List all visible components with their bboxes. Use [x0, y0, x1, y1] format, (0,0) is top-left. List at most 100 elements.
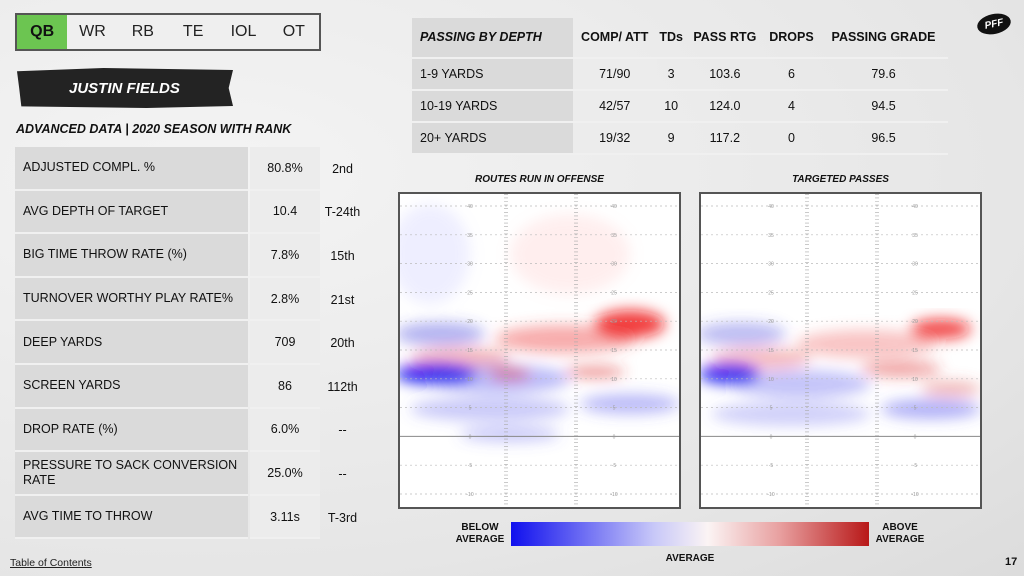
stat-value: 86	[250, 364, 320, 409]
yard-label: 25	[467, 290, 473, 296]
yard-label: 40	[768, 204, 774, 210]
yard-label: 40	[611, 204, 617, 210]
stat-label: AVG TIME TO THROW	[15, 495, 248, 540]
stat-label: PRESSURE TO SACK CONVERSION RATE	[15, 452, 248, 496]
stat-rank: 2nd	[332, 161, 353, 176]
advanced-row: PRESSURE TO SACK CONVERSION RATE 25.0% --	[15, 452, 365, 496]
stat-label: DROP RATE (%)	[15, 408, 248, 453]
yard-label: -10	[610, 492, 617, 498]
heat-blob	[701, 322, 786, 346]
heat-blob	[911, 319, 971, 339]
yard-label: -10	[911, 492, 918, 498]
yard-label: -5	[769, 463, 774, 469]
table-cell: 1-9 YARDS	[412, 58, 573, 91]
yard-label: 5	[770, 406, 773, 412]
yard-label: 0	[613, 434, 616, 440]
heatmap-title-targets: TARGETED PASSES	[792, 174, 889, 185]
table-cell: 4	[763, 90, 820, 123]
stat-rank: --	[338, 466, 347, 481]
heat-blob	[490, 368, 530, 380]
column-header: DROPS	[763, 18, 820, 59]
column-header: COMP/ ATT	[572, 18, 657, 59]
heatmap-targets: 40 40 35 35 30 30 25 25 20 20 15 15 10 10 5 5 0 0 -5 -5 -10 -…	[699, 192, 982, 509]
table-cell: 9	[656, 122, 686, 155]
yard-label: 20	[912, 319, 918, 325]
yard-label: 30	[611, 262, 617, 268]
yard-label: 15	[912, 348, 918, 354]
advanced-row: DROP RATE (%) 6.0% --	[15, 408, 365, 453]
table-cell: 124.0	[685, 90, 764, 123]
section-subtitle: ADVANCED DATA | 2020 SEASON WITH RANK	[16, 122, 292, 136]
legend-average: AVERAGE	[665, 553, 715, 564]
table-row: 1-9 YARDS 71/90 3 103.6 6 79.6	[412, 58, 948, 91]
table-cell: 94.5	[819, 90, 948, 123]
stat-label: DEEP YARDS	[15, 321, 248, 365]
yard-label: 40	[912, 204, 918, 210]
tab-wr[interactable]: WR	[67, 15, 117, 49]
heatmap-routes: 40 40 35 35 30 30 25 25 20 20 15 15 10 10 5 5 0 0 -5 -5 -10 -…	[398, 192, 681, 509]
yard-label: 15	[467, 348, 473, 354]
heat-blob	[460, 426, 560, 442]
stat-rank: T-24th	[324, 205, 361, 220]
yard-label: 30	[912, 262, 918, 268]
table-cell: 0	[763, 122, 820, 155]
yard-label: 35	[912, 233, 918, 239]
page-number: 17	[1005, 556, 1018, 568]
table-cell: 19/32	[572, 122, 657, 155]
yard-label: 35	[768, 233, 774, 239]
advanced-row: ADJUSTED COMPL. % 80.8% 2nd	[15, 147, 365, 191]
yard-label: 5	[469, 406, 472, 412]
stat-value: 3.11s	[250, 495, 320, 540]
legend-gradient	[511, 522, 869, 546]
table-cell: 10	[656, 90, 686, 123]
tab-qb[interactable]: QB	[17, 15, 68, 49]
table-cell: 3	[656, 58, 686, 91]
stat-label: TURNOVER WORTHY PLAY RATE%	[15, 277, 248, 322]
stat-rank: 20th	[330, 336, 355, 351]
legend-above-average: ABOVE AVERAGE	[875, 522, 925, 545]
yard-label: 10	[768, 377, 774, 383]
legend-below-average: BELOW AVERAGE	[455, 522, 505, 545]
yard-label: 5	[914, 406, 917, 412]
heat-blob	[881, 399, 980, 419]
stat-rank: 21st	[330, 292, 355, 307]
stat-value: 2.8%	[250, 277, 320, 322]
tab-ot[interactable]: OT	[269, 15, 319, 49]
stat-label: BIG TIME THROW RATE (%)	[15, 234, 248, 278]
yard-label: 5	[613, 406, 616, 412]
stat-value: 25.0%	[250, 452, 320, 496]
stat-value: 6.0%	[250, 408, 320, 453]
advanced-row: SCREEN YARDS 86 112th	[15, 364, 365, 409]
heat-blob	[711, 402, 871, 426]
yard-label: 0	[469, 434, 472, 440]
yard-label: 25	[611, 290, 617, 296]
yard-label: 15	[611, 348, 617, 354]
yard-label: 25	[768, 290, 774, 296]
yard-label: -5	[468, 463, 473, 469]
column-header: PASS RTG	[685, 18, 764, 59]
player-name: JUSTIN FIELDS	[17, 68, 233, 108]
heat-blob	[580, 394, 679, 414]
table-row: 20+ YARDS 19/32 9 117.2 0 96.5	[412, 122, 948, 155]
tab-iol[interactable]: IOL	[218, 15, 268, 49]
tab-te[interactable]: TE	[168, 15, 218, 49]
yard-label: 35	[611, 233, 617, 239]
tab-rb[interactable]: RB	[118, 15, 168, 49]
column-header: PASSING BY DEPTH	[412, 18, 573, 59]
yard-label: 10	[467, 377, 473, 383]
advanced-row: DEEP YARDS 709 20th	[15, 321, 365, 365]
advanced-row: AVG DEPTH OF TARGET 10.4 T-24th	[15, 190, 365, 235]
table-of-contents-link[interactable]: Table of Contents	[10, 557, 92, 569]
yard-label: 0	[914, 434, 917, 440]
heatmap-field: 40 40 35 35 30 30 25 25 20 20 15 15 10 10 5 5 0 0 -5 -5 -10 -…	[701, 194, 980, 507]
table-cell: 117.2	[685, 122, 764, 155]
stat-rank: 15th	[330, 248, 355, 263]
yard-label: 25	[912, 290, 918, 296]
yard-label: 10	[912, 377, 918, 383]
passing-by-depth-table: PASSING BY DEPTH COMP/ ATT TDs PASS RTG DROP…	[412, 18, 948, 155]
table-cell: 20+ YARDS	[412, 122, 573, 155]
advanced-row: AVG TIME TO THROW 3.11s T-3rd	[15, 495, 365, 540]
yard-label: 30	[467, 262, 473, 268]
heatmap-field: 40 40 35 35 30 30 25 25 20 20 15 15 10 10 5 5 0 0 -5 -5 -10 -…	[400, 194, 679, 507]
heat-blob	[510, 214, 630, 294]
